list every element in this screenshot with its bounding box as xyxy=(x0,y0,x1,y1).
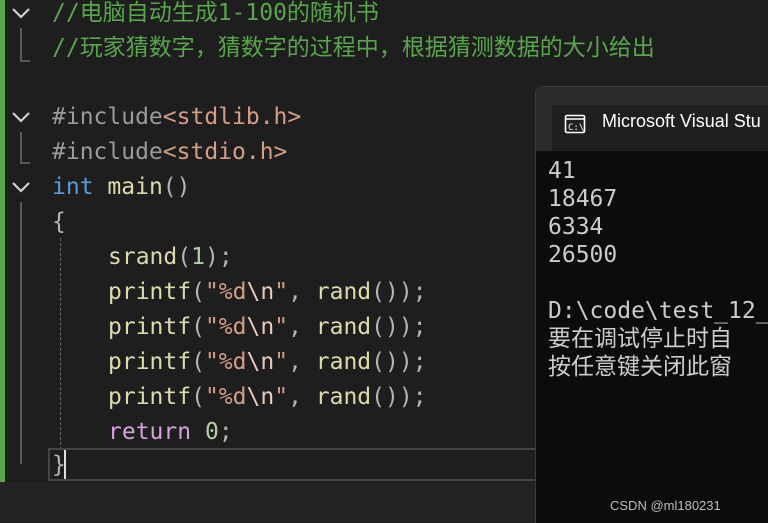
code-line-printf: printf("%d\n", rand()); xyxy=(108,275,427,310)
text-cursor xyxy=(64,450,66,479)
string-literal: "%d xyxy=(204,384,247,410)
console-output-line: 要在调试停止时自 xyxy=(548,326,732,352)
console-tab[interactable]: C:\ Microsoft Visual Stu xyxy=(552,105,768,151)
punctuation: ()); xyxy=(371,279,427,305)
code-line-main: int main() xyxy=(52,170,191,205)
string-literal: " xyxy=(274,279,289,305)
punctuation: , xyxy=(288,314,316,340)
function-name: rand xyxy=(315,314,372,340)
function-name: main xyxy=(107,174,163,200)
editor-bottom-area xyxy=(0,482,540,522)
function-name: printf xyxy=(108,384,192,410)
fold-guide-end xyxy=(20,162,30,164)
function-name: printf xyxy=(108,279,192,305)
escape-sequence: \n xyxy=(246,279,275,305)
function-name: rand xyxy=(315,349,372,375)
svg-text:C:\: C:\ xyxy=(568,123,584,133)
number-literal: 1 xyxy=(191,244,205,270)
console-output-line: D:\code\test_12_ xyxy=(548,298,768,324)
console-output-line: 6334 xyxy=(548,214,604,240)
punctuation: ( xyxy=(191,349,205,375)
console-output-line: 41 xyxy=(548,158,576,184)
string-literal: " xyxy=(274,314,289,340)
type-keyword: int xyxy=(52,174,94,200)
console-output-line: 26500 xyxy=(548,242,618,268)
console-title: Microsoft Visual Stu xyxy=(602,111,761,131)
function-name: printf xyxy=(108,314,192,340)
code-line-printf: printf("%d\n", rand()); xyxy=(108,380,427,415)
control-keyword: return xyxy=(108,419,192,445)
punctuation: ()); xyxy=(371,384,427,410)
fold-guide xyxy=(20,202,22,464)
code-line-printf: printf("%d\n", rand()); xyxy=(108,345,427,380)
fold-guide xyxy=(20,28,22,60)
punctuation: () xyxy=(162,174,191,200)
punctuation: , xyxy=(288,384,316,410)
number-literal: 0 xyxy=(204,419,219,445)
code-line-include: #include<stdio.h> xyxy=(52,135,287,170)
function-name: srand xyxy=(108,244,178,270)
include-file: <stdio.h> xyxy=(162,139,288,165)
string-literal: "%d xyxy=(204,349,247,375)
escape-sequence: \n xyxy=(246,349,275,375)
chevron-down-icon[interactable] xyxy=(10,106,32,128)
string-literal: " xyxy=(274,384,289,410)
console-titlebar[interactable]: C:\ Microsoft Visual Stu xyxy=(536,87,768,151)
punctuation: ( xyxy=(191,384,205,410)
punctuation: ()); xyxy=(371,349,427,375)
function-name: rand xyxy=(315,279,372,305)
preprocessor-directive: #include xyxy=(52,104,163,130)
punctuation: , xyxy=(288,279,316,305)
function-name: rand xyxy=(315,384,372,410)
punctuation: ( xyxy=(177,244,192,270)
fold-guide xyxy=(20,132,22,162)
string-literal: "%d xyxy=(204,314,247,340)
code-line-printf: printf("%d\n", rand()); xyxy=(108,310,427,345)
code-line-include: #include<stdlib.h> xyxy=(52,100,301,135)
chevron-down-icon[interactable] xyxy=(10,2,32,24)
punctuation: ; xyxy=(218,419,233,445)
console-icon: C:\ xyxy=(564,113,586,135)
punctuation: , xyxy=(288,349,316,375)
function-name: printf xyxy=(108,349,192,375)
punctuation: ( xyxy=(191,279,205,305)
preprocessor-directive: #include xyxy=(52,139,163,165)
string-literal: " xyxy=(274,349,289,375)
escape-sequence: \n xyxy=(246,314,275,340)
indent-guide xyxy=(60,238,61,450)
code-line-return: return 0; xyxy=(108,415,233,450)
string-literal: "%d xyxy=(204,279,247,305)
punctuation: ( xyxy=(191,314,205,340)
punctuation: ()); xyxy=(371,314,427,340)
fold-guide-end xyxy=(20,60,30,62)
punctuation: ); xyxy=(204,244,233,270)
code-line-brace: { xyxy=(52,209,66,235)
chevron-down-icon[interactable] xyxy=(10,176,32,198)
console-window[interactable]: C:\ Microsoft Visual Stu 41 18467 6334 2… xyxy=(535,86,768,523)
code-line-comment: //玩家猜数字，猜数字的过程中，根据猜测数据的大小给出 xyxy=(52,35,655,61)
current-line-highlight xyxy=(48,448,538,481)
console-output-line: 按任意键关闭此窗 xyxy=(548,354,732,380)
watermark: CSDN @ml180231 xyxy=(610,498,721,513)
escape-sequence: \n xyxy=(246,384,275,410)
code-line-srand: srand(1); xyxy=(108,240,233,275)
change-indicator-bar xyxy=(0,0,5,482)
console-output-line: 18467 xyxy=(548,186,618,212)
code-line-comment: //电脑自动生成1-100的随机书 xyxy=(52,0,379,26)
include-file: <stdlib.h> xyxy=(162,104,302,130)
